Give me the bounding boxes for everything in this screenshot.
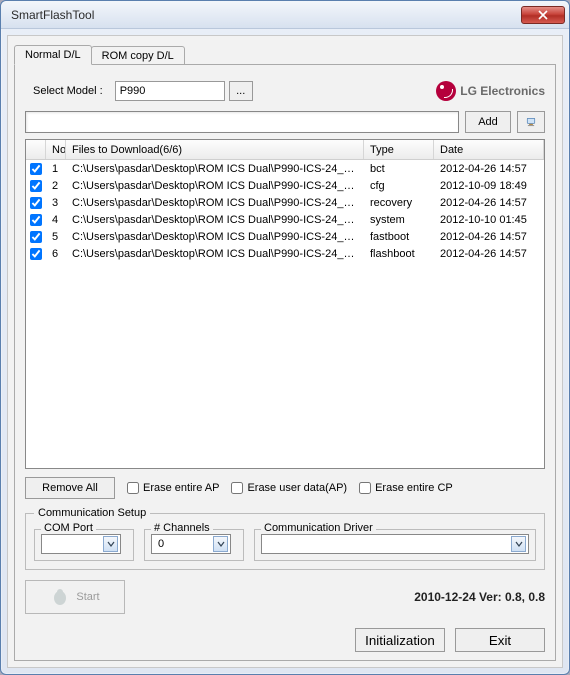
col-file[interactable]: Files to Download(6/6) — [66, 140, 364, 159]
model-input[interactable] — [115, 81, 225, 101]
app-window: SmartFlashTool Normal D/L ROM copy D/L S… — [0, 0, 570, 675]
row-checkbox[interactable] — [30, 180, 42, 192]
comport-label: COM Port — [41, 522, 96, 534]
comm-setup-fieldset: Communication Setup COM Port # Channels … — [25, 507, 545, 570]
erase-cp-label: Erase entire CP — [375, 482, 453, 494]
table-row[interactable]: 4C:\Users\pasdar\Desktop\ROM ICS Dual\P9… — [26, 211, 544, 228]
table-row[interactable]: 5C:\Users\pasdar\Desktop\ROM ICS Dual\P9… — [26, 228, 544, 245]
start-icon — [50, 587, 70, 607]
row-type: cfg — [364, 180, 434, 192]
path-row: Add — [25, 111, 545, 133]
start-label: Start — [76, 591, 99, 603]
table-row[interactable]: 6C:\Users\pasdar\Desktop\ROM ICS Dual\P9… — [26, 245, 544, 262]
col-no[interactable]: No — [46, 140, 66, 159]
row-file: C:\Users\pasdar\Desktop\ROM ICS Dual\P99… — [66, 197, 364, 209]
initialization-button[interactable]: Initialization — [355, 628, 445, 652]
options-row: Remove All Erase entire AP Erase user da… — [25, 477, 545, 499]
driver-field: Communication Driver — [254, 529, 536, 561]
channels-field: # Channels 0 — [144, 529, 244, 561]
row-date: 2012-04-26 14:57 — [434, 248, 544, 260]
row-checkbox[interactable] — [30, 214, 42, 226]
row-file: C:\Users\pasdar\Desktop\ROM ICS Dual\P99… — [66, 214, 364, 226]
row-no: 1 — [46, 163, 66, 175]
bottom-row: Start 2010-12-24 Ver: 0.8, 0.8 — [25, 580, 545, 614]
row-no: 3 — [46, 197, 66, 209]
lg-logo: LG Electronics — [436, 81, 545, 101]
col-date[interactable]: Date — [434, 140, 544, 159]
chevron-down-icon — [213, 536, 228, 552]
erase-ap-label: Erase entire AP — [143, 482, 219, 494]
tab-strip: Normal D/L ROM copy D/L — [14, 42, 556, 64]
lg-logo-text: LG Electronics — [460, 84, 545, 98]
row-type: flashboot — [364, 248, 434, 260]
listview-body: 1C:\Users\pasdar\Desktop\ROM ICS Dual\P9… — [26, 160, 544, 468]
row-file: C:\Users\pasdar\Desktop\ROM ICS Dual\P99… — [66, 231, 364, 243]
col-type[interactable]: Type — [364, 140, 434, 159]
row-file: C:\Users\pasdar\Desktop\ROM ICS Dual\P99… — [66, 180, 364, 192]
comm-setup-legend: Communication Setup — [34, 507, 150, 519]
row-checkbox[interactable] — [30, 248, 42, 260]
row-checkbox[interactable] — [30, 163, 42, 175]
row-file: C:\Users\pasdar\Desktop\ROM ICS Dual\P99… — [66, 163, 364, 175]
erase-userdata-wrap[interactable]: Erase user data(AP) — [231, 482, 347, 494]
table-row[interactable]: 3C:\Users\pasdar\Desktop\ROM ICS Dual\P9… — [26, 194, 544, 211]
chevron-down-icon — [103, 536, 118, 552]
row-no: 5 — [46, 231, 66, 243]
row-no: 6 — [46, 248, 66, 260]
add-button[interactable]: Add — [465, 111, 511, 133]
erase-userdata-label: Erase user data(AP) — [247, 482, 347, 494]
window-title: SmartFlashTool — [11, 8, 94, 22]
comport-combo[interactable] — [41, 534, 121, 554]
driver-combo[interactable] — [261, 534, 529, 554]
erase-ap-wrap[interactable]: Erase entire AP — [127, 482, 219, 494]
row-date: 2012-04-26 14:57 — [434, 231, 544, 243]
row-date: 2012-04-26 14:57 — [434, 197, 544, 209]
tab-body: Select Model : ... LG Electronics Add — [14, 64, 556, 661]
row-date: 2012-10-10 01:45 — [434, 214, 544, 226]
start-button[interactable]: Start — [25, 580, 125, 614]
channels-value: 0 — [154, 538, 213, 550]
comport-field: COM Port — [34, 529, 134, 561]
titlebar[interactable]: SmartFlashTool — [1, 1, 569, 29]
table-row[interactable]: 1C:\Users\pasdar\Desktop\ROM ICS Dual\P9… — [26, 160, 544, 177]
row-type: fastboot — [364, 231, 434, 243]
row-file: C:\Users\pasdar\Desktop\ROM ICS Dual\P99… — [66, 248, 364, 260]
exit-button[interactable]: Exit — [455, 628, 545, 652]
row-type: recovery — [364, 197, 434, 209]
open-folder-button[interactable] — [517, 111, 545, 133]
version-label: 2010-12-24 Ver: 0.8, 0.8 — [414, 590, 545, 604]
footer-row: Initialization Exit — [25, 628, 545, 652]
row-checkbox[interactable] — [30, 231, 42, 243]
channels-label: # Channels — [151, 522, 213, 534]
channels-combo[interactable]: 0 — [151, 534, 231, 554]
select-model-label: Select Model : — [33, 85, 103, 97]
client-area: Normal D/L ROM copy D/L Select Model : .… — [7, 35, 563, 668]
table-row[interactable]: 2C:\Users\pasdar\Desktop\ROM ICS Dual\P9… — [26, 177, 544, 194]
driver-label: Communication Driver — [261, 522, 376, 534]
path-input[interactable] — [25, 111, 459, 133]
model-row: Select Model : ... LG Electronics — [25, 81, 545, 101]
tab-romcopy-dl[interactable]: ROM copy D/L — [91, 46, 185, 65]
row-date: 2012-10-09 18:49 — [434, 180, 544, 192]
erase-userdata-checkbox[interactable] — [231, 482, 243, 494]
computer-icon — [526, 115, 536, 129]
erase-cp-checkbox[interactable] — [359, 482, 371, 494]
row-type: system — [364, 214, 434, 226]
browse-model-button[interactable]: ... — [229, 81, 253, 101]
lg-logo-icon — [436, 81, 456, 101]
row-type: bct — [364, 163, 434, 175]
erase-ap-checkbox[interactable] — [127, 482, 139, 494]
close-icon — [538, 10, 548, 20]
row-no: 4 — [46, 214, 66, 226]
row-date: 2012-04-26 14:57 — [434, 163, 544, 175]
chevron-down-icon — [511, 536, 526, 552]
listview-header[interactable]: No Files to Download(6/6) Type Date — [26, 140, 544, 160]
close-button[interactable] — [521, 6, 565, 24]
erase-cp-wrap[interactable]: Erase entire CP — [359, 482, 453, 494]
row-checkbox[interactable] — [30, 197, 42, 209]
file-listview[interactable]: No Files to Download(6/6) Type Date 1C:\… — [25, 139, 545, 469]
remove-all-button[interactable]: Remove All — [25, 477, 115, 499]
tab-normal-dl[interactable]: Normal D/L — [14, 45, 92, 65]
row-no: 2 — [46, 180, 66, 192]
